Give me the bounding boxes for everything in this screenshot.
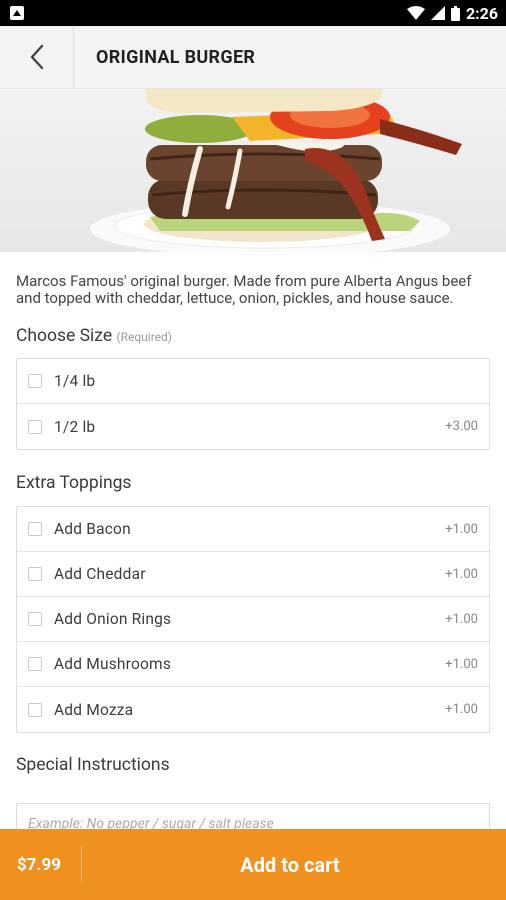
- option-label: 1/2 lb: [54, 417, 96, 436]
- add-to-cart-bar[interactable]: $7.99 Add to cart: [0, 829, 506, 900]
- status-time: 2:26: [465, 3, 498, 23]
- total-price: $7.99: [0, 846, 82, 883]
- option-price: +1.00: [445, 566, 478, 582]
- checkbox[interactable]: [28, 567, 42, 581]
- item-description: Marcos Famous' original burger. Made fro…: [16, 272, 472, 307]
- wifi-icon: [406, 6, 425, 20]
- topping-option-cheddar[interactable]: Add Cheddar +1.00: [17, 552, 489, 597]
- option-price: +1.00: [445, 611, 478, 627]
- size-section-label: Choose Size: [16, 326, 113, 346]
- option-label: Add Mushrooms: [54, 655, 172, 673]
- instructions-section-title: Special Instructions: [16, 755, 170, 775]
- size-options: 1/4 lb 1/2 lb +3.00: [16, 358, 490, 450]
- option-label: Add Onion Rings: [54, 610, 172, 628]
- option-price: +1.00: [445, 702, 478, 717]
- app-notification-icon: [10, 6, 24, 20]
- topping-option-onion-rings[interactable]: Add Onion Rings +1.00: [17, 597, 489, 642]
- topping-options: Add Bacon +1.00 Add Cheddar +1.00 Add On…: [16, 506, 490, 733]
- option-price: +3.00: [445, 419, 478, 434]
- topping-option-mushrooms[interactable]: Add Mushrooms +1.00: [17, 642, 489, 687]
- chevron-left-icon: [30, 44, 43, 70]
- burger-image: [0, 89, 506, 252]
- size-section-title: Choose Size (Required): [0, 326, 506, 346]
- option-label: 1/4 lb: [54, 372, 96, 390]
- checkbox[interactable]: [28, 612, 42, 626]
- topping-option-bacon[interactable]: Add Bacon +1.00: [17, 507, 489, 552]
- status-bar: 2:26: [0, 0, 506, 26]
- required-label: (Required): [116, 330, 172, 344]
- page-title: ORIGINAL BURGER: [96, 46, 256, 68]
- topping-option-mozza[interactable]: Add Mozza +1.00: [17, 687, 489, 732]
- toppings-section-title: Extra Toppings: [16, 473, 132, 493]
- checkbox[interactable]: [28, 419, 42, 434]
- option-label: Add Cheddar: [54, 565, 146, 583]
- option-label: Add Mozza: [54, 700, 134, 719]
- header: ORIGINAL BURGER: [0, 26, 506, 89]
- add-to-cart-button[interactable]: Add to cart: [82, 853, 506, 877]
- item-details: Marcos Famous' original burger. Made fro…: [0, 252, 506, 775]
- option-label: Add Bacon: [54, 520, 131, 538]
- checkbox[interactable]: [28, 657, 42, 671]
- option-price: +1.00: [445, 521, 478, 537]
- checkbox[interactable]: [28, 374, 42, 388]
- checkbox[interactable]: [28, 522, 42, 536]
- battery-icon: [450, 5, 460, 21]
- size-option-half-lb[interactable]: 1/2 lb +3.00: [17, 404, 489, 449]
- back-button[interactable]: [0, 26, 74, 88]
- option-price: +1.00: [445, 656, 478, 672]
- signal-icon: [430, 6, 445, 20]
- checkbox[interactable]: [28, 702, 42, 717]
- size-option-quarter-lb[interactable]: 1/4 lb: [17, 359, 489, 404]
